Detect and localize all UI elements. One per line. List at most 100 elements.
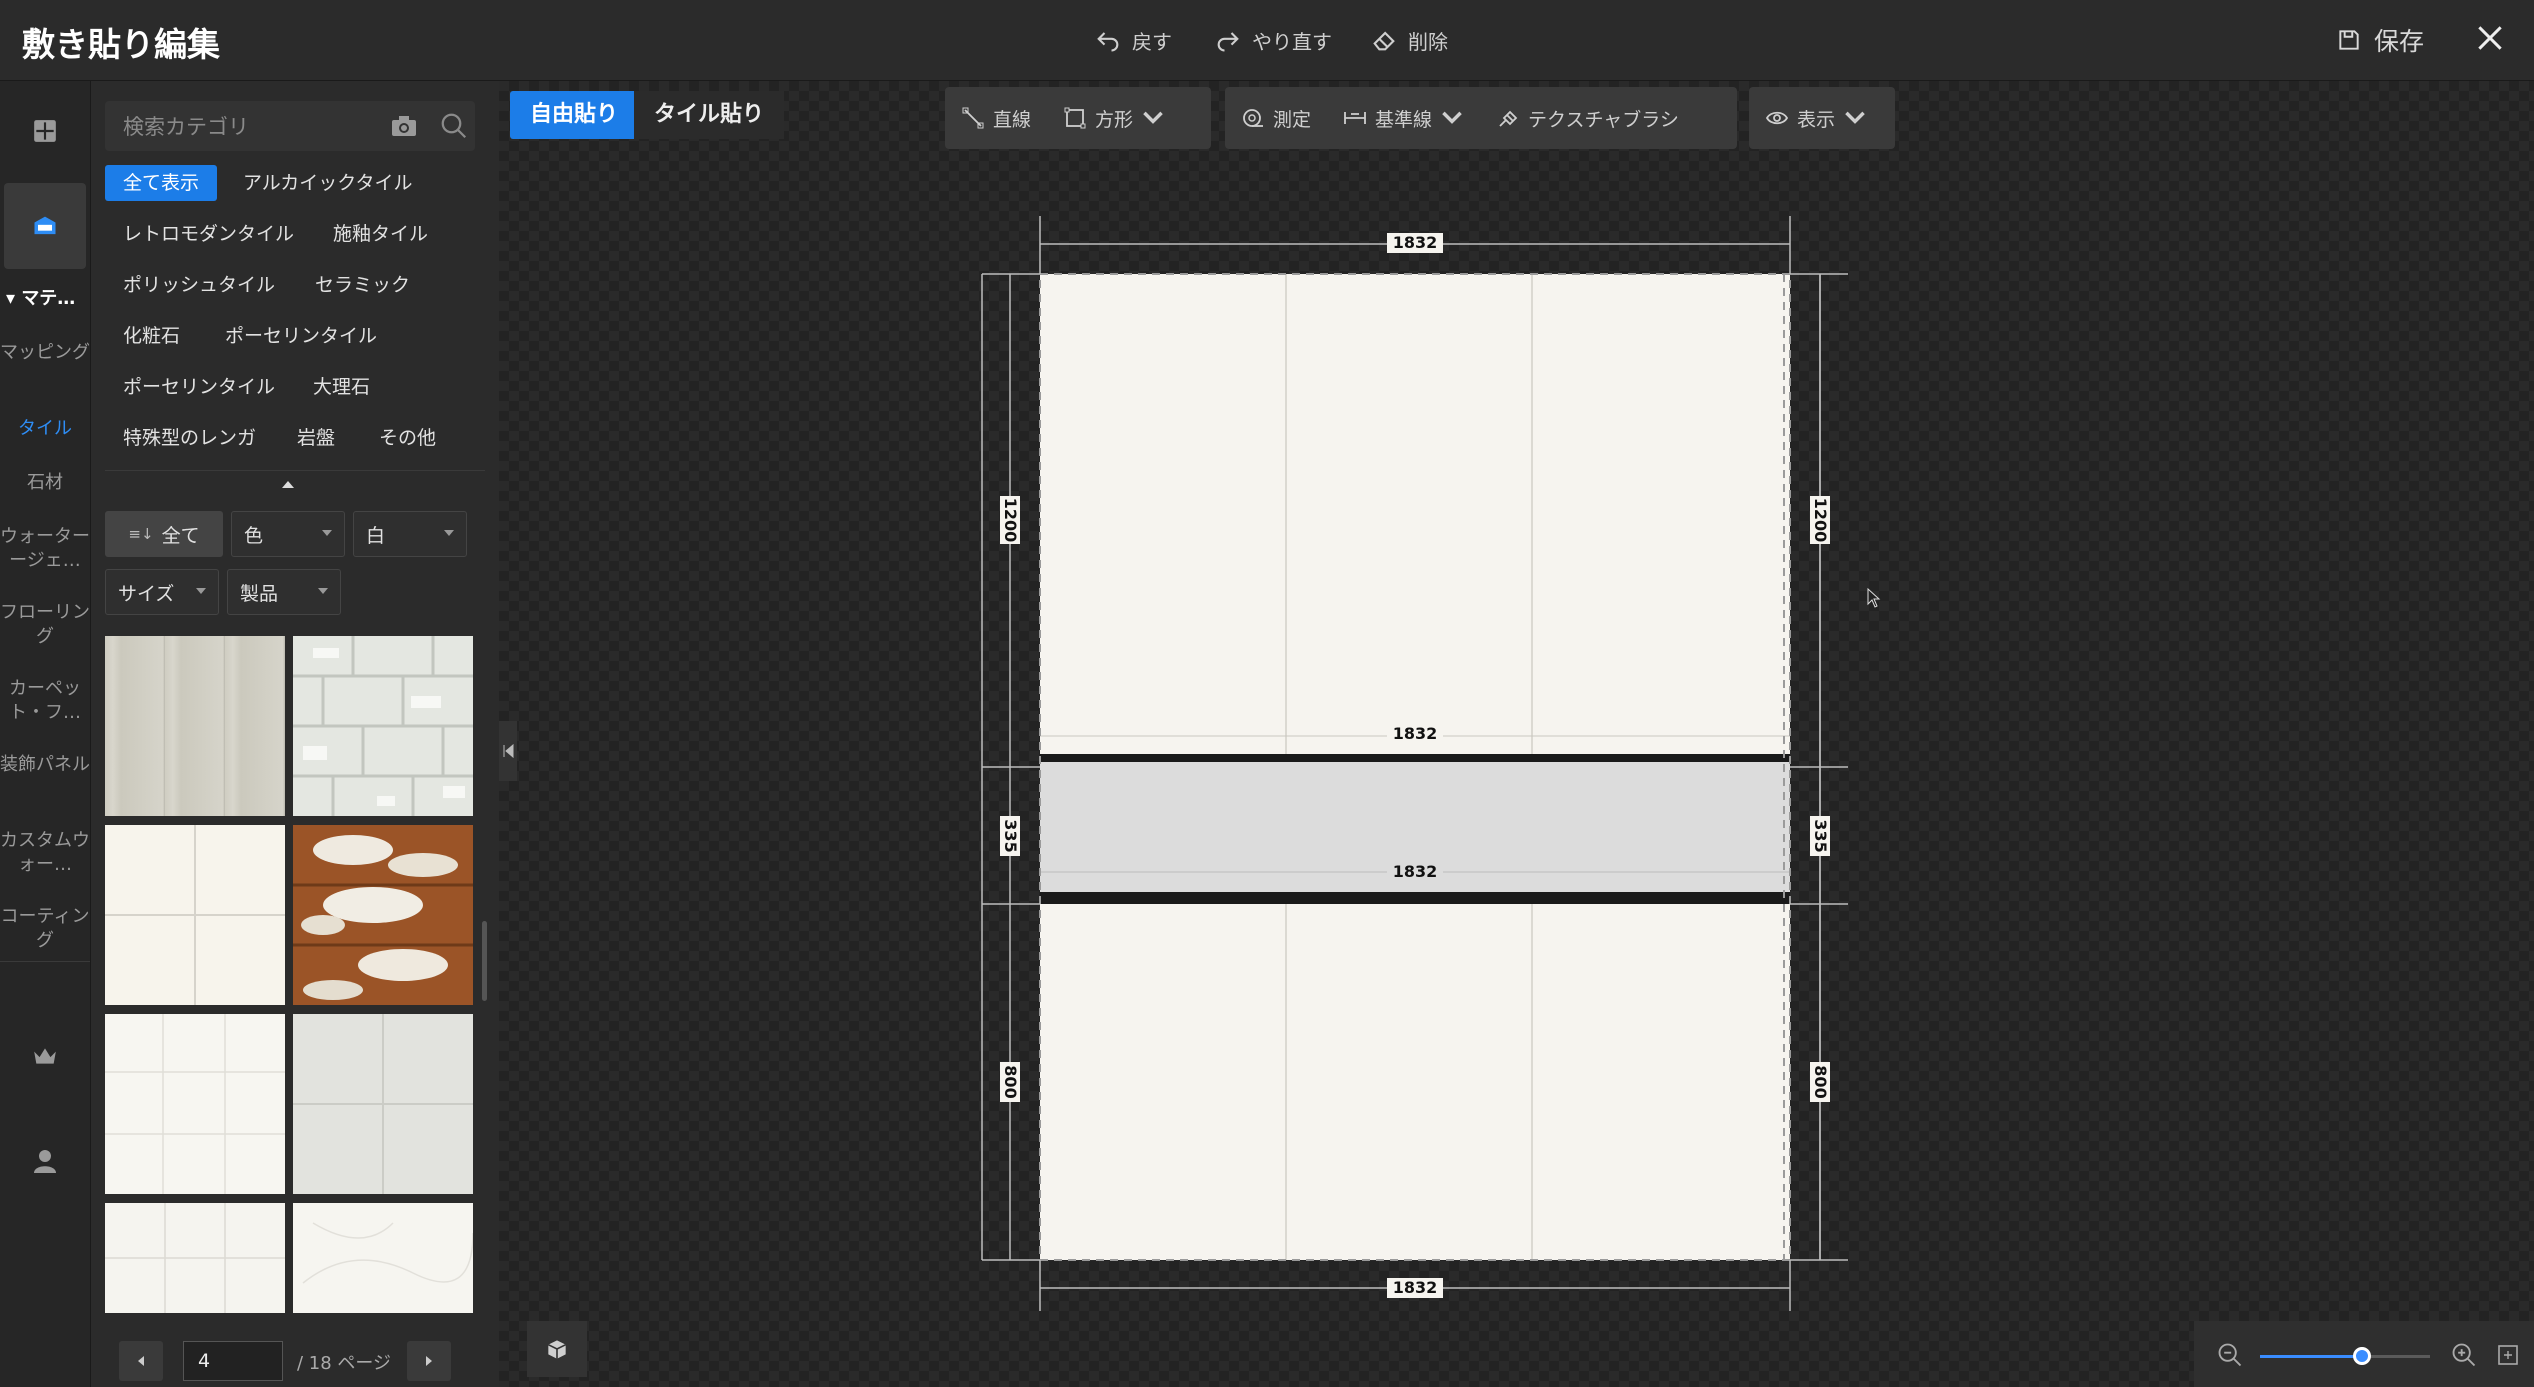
tag-porcelain-tile[interactable]: ポーセリンタイル [207, 318, 395, 354]
material-thumb-5[interactable] [105, 1014, 285, 1194]
caret-left-icon [138, 1356, 144, 1366]
zoom-slider-handle[interactable] [2353, 1347, 2371, 1365]
search-box[interactable]: 検索カテゴリ [105, 101, 475, 151]
material-thumb-8[interactable] [293, 1203, 473, 1313]
rail-grid-button[interactable] [0, 96, 90, 166]
collapse-tags-icon[interactable] [282, 481, 294, 488]
rail-item-waterjet[interactable]: ウォーターージェ… [0, 525, 90, 573]
zoom-in-icon[interactable] [2450, 1341, 2478, 1369]
grid-tile-pattern [105, 1014, 285, 1194]
tag-special-brick[interactable]: 特殊型のレンガ [105, 420, 274, 456]
rail-item-flooring[interactable]: フローリング [0, 601, 90, 649]
view-3d-button[interactable] [527, 1321, 587, 1377]
material-thumb-7[interactable] [105, 1203, 285, 1313]
left-rail: ▾ マテ… マッピング タイル 石材 ウォーターージェ… フローリング カーペッ… [0, 81, 91, 1387]
dim-width-top: 1832 [1387, 233, 1443, 253]
zoom-control [2194, 1321, 2534, 1387]
grid-tile-pattern [293, 1014, 473, 1194]
redo-label: やり直す [1252, 29, 1332, 54]
redo-button[interactable]: やり直す [1214, 22, 1332, 58]
page-number-input[interactable]: 4 [183, 1341, 283, 1381]
cube-icon [547, 1340, 567, 1359]
zoom-slider[interactable] [2260, 1347, 2430, 1365]
zoom-slider-fill [2260, 1355, 2362, 1358]
close-button[interactable] [2468, 16, 2512, 60]
page-title: 敷き貼り編集 [22, 25, 220, 64]
rust-pattern [293, 825, 473, 1005]
tag-porcelain-tile-2[interactable]: ポーセリンタイル [105, 369, 293, 405]
filter-color-value-select[interactable]: 白 [353, 511, 467, 557]
material-panel: 検索カテゴリ 全て表示 アルカイックタイル レトロモダンタイル 施釉タイル ポリ… [91, 81, 499, 1387]
tile-region-bottom[interactable] [1040, 904, 1790, 1260]
tag-ceramic[interactable]: セラミック [297, 267, 428, 303]
rail-item-custom-wall[interactable]: カスタムウォー… [0, 829, 90, 877]
redo-icon [1217, 32, 1239, 52]
material-thumb-4[interactable] [293, 825, 473, 1005]
tag-retro-modern-tile[interactable]: レトロモダンタイル [105, 216, 312, 252]
filter-all-button[interactable]: ≡↓ 全て [105, 511, 223, 557]
filter-color-label: 色 [244, 524, 264, 547]
floor-plan[interactable] [499, 81, 2534, 1387]
delete-button[interactable]: 削除 [1370, 22, 1448, 58]
material-thumb-6[interactable] [293, 1014, 473, 1194]
filter-size-select[interactable]: サイズ [105, 569, 219, 615]
next-page-button[interactable] [407, 1341, 451, 1381]
grid-tile-pattern [105, 1203, 285, 1313]
rail-section-label: マテ… [21, 288, 76, 309]
chevron-down-icon [318, 588, 328, 594]
tag-decorative-stone[interactable]: 化粧石 [105, 318, 198, 354]
divider-1 [1040, 754, 1790, 762]
filter-color-value: 白 [366, 524, 386, 547]
filter-all-label: 全て [161, 524, 200, 547]
material-thumb-3[interactable] [105, 825, 285, 1005]
rail-premium-button[interactable] [0, 1021, 90, 1091]
undo-label: 戻す [1132, 29, 1172, 54]
save-label: 保存 [2373, 27, 2424, 56]
thumbs-scrollbar[interactable] [482, 921, 487, 1001]
tag-archaic-tile[interactable]: アルカイックタイル [225, 165, 430, 201]
rail-item-tile[interactable]: タイル [0, 417, 90, 441]
undo-icon [1097, 32, 1119, 52]
tag-rock[interactable]: 岩盤 [279, 420, 353, 456]
save-button[interactable]: 保存 [2336, 20, 2424, 60]
tags-divider [105, 470, 485, 471]
tag-polished-tile[interactable]: ポリッシュタイル [105, 267, 293, 303]
rail-item-mapping[interactable]: マッピング [0, 341, 90, 365]
prev-page-button[interactable] [119, 1341, 163, 1381]
crown-icon [34, 1048, 56, 1064]
material-thumb-2[interactable] [293, 636, 473, 816]
tile-region-top[interactable] [1040, 274, 1790, 754]
chevron-down-icon [322, 530, 332, 536]
filter-product-select[interactable]: 製品 [227, 569, 341, 615]
rail-material-button[interactable] [4, 183, 86, 269]
search-icon[interactable] [439, 111, 469, 141]
rail-section-header[interactable]: ▾ マテ… [0, 287, 96, 311]
camera-icon[interactable] [391, 115, 417, 137]
rail-item-carpet[interactable]: カーペット・フ… [0, 677, 90, 725]
tag-marble[interactable]: 大理石 [295, 369, 388, 405]
chevron-down-icon [444, 530, 454, 536]
rail-user-button[interactable] [0, 1126, 90, 1196]
dim-width-bottom: 1832 [1387, 1278, 1443, 1298]
delete-label: 削除 [1408, 29, 1448, 54]
grid-tile-pattern [105, 825, 285, 1005]
rail-item-stone[interactable]: 石材 [0, 471, 90, 495]
tag-other[interactable]: その他 [361, 420, 454, 456]
undo-button[interactable]: 戻す [1094, 22, 1172, 58]
tag-glazed-tile[interactable]: 施釉タイル [315, 216, 446, 252]
save-icon [2339, 30, 2359, 50]
tag-all[interactable]: 全て表示 [105, 165, 218, 201]
rail-item-coating[interactable]: コーティング [0, 905, 90, 953]
dim-height-3-right: 800 [1810, 1062, 1830, 1102]
drawing-canvas[interactable]: 自由貼り タイル貼り 直線 方形 測定 基準線 テクスチャブラシ 表示 1832… [499, 81, 2534, 1387]
filter-color-select[interactable]: 色 [231, 511, 345, 557]
rail-item-decor-panel[interactable]: 装飾パネル [0, 753, 90, 777]
rail-divider [0, 961, 90, 962]
search-input[interactable]: 検索カテゴリ [123, 111, 391, 141]
material-icon [34, 216, 56, 235]
chevron-down-icon [196, 588, 206, 594]
fit-screen-icon[interactable] [2496, 1343, 2520, 1367]
material-thumb-1[interactable] [105, 636, 285, 816]
zoom-out-icon[interactable] [2216, 1341, 2244, 1369]
grid-icon [34, 120, 56, 142]
